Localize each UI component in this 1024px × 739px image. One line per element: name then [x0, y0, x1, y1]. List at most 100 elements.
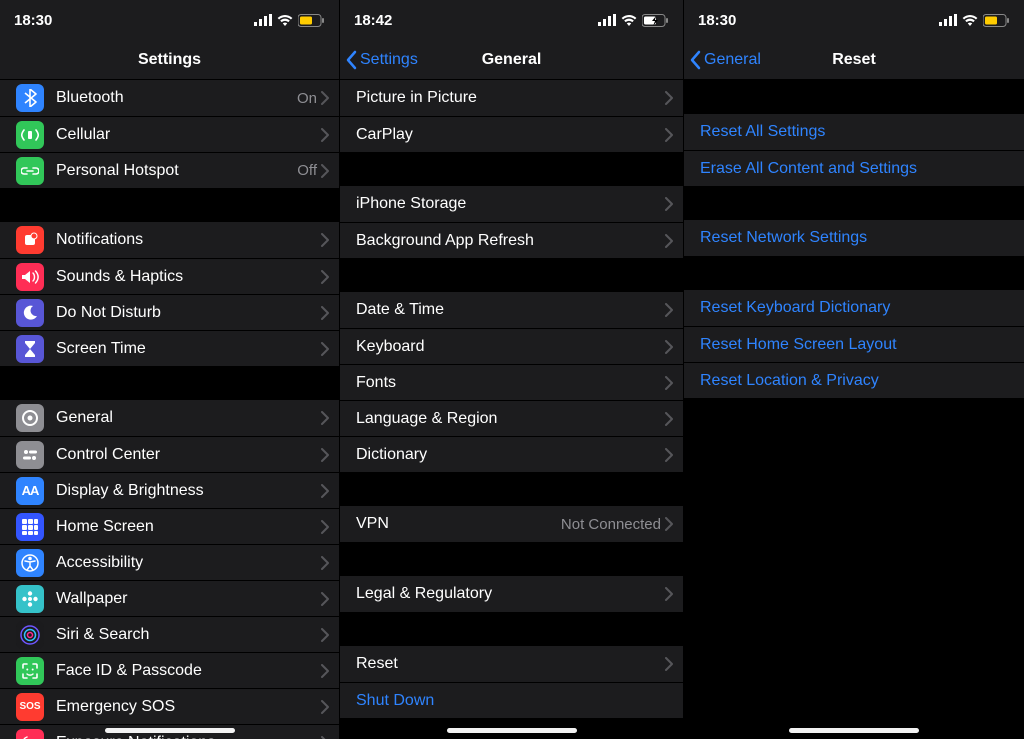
- chevron-right-icon: [321, 233, 329, 247]
- home-indicator[interactable]: [447, 728, 577, 733]
- navbar-title: General: [482, 51, 542, 69]
- cell-dnd[interactable]: Do Not Disturb: [0, 294, 339, 330]
- cell-wallpaper[interactable]: Wallpaper: [0, 580, 339, 616]
- cell-accessibility[interactable]: Accessibility: [0, 544, 339, 580]
- chevron-right-icon: [321, 592, 329, 606]
- cell-keyboard[interactable]: Keyboard: [340, 328, 683, 364]
- group-separator: [340, 612, 683, 646]
- status-time: 18:42: [354, 12, 392, 29]
- cell-notifications[interactable]: Notifications: [0, 222, 339, 258]
- cell-label: Legal & Regulatory: [356, 585, 665, 603]
- cell-sounds[interactable]: Sounds & Haptics: [0, 258, 339, 294]
- status-icons: [254, 14, 325, 27]
- cell-label: General: [56, 409, 321, 427]
- cell-label: Reset Home Screen Layout: [700, 336, 897, 354]
- home-indicator[interactable]: [789, 728, 919, 733]
- home-screen-icon: [16, 513, 44, 541]
- cell-bg-refresh[interactable]: Background App Refresh: [340, 222, 683, 258]
- sounds-icon: [16, 263, 44, 291]
- chevron-right-icon: [321, 520, 329, 534]
- cell-display[interactable]: AADisplay & Brightness: [0, 472, 339, 508]
- chevron-right-icon: [665, 91, 673, 105]
- chevron-right-icon: [665, 412, 673, 426]
- cell-bluetooth[interactable]: BluetoothOn: [0, 80, 339, 116]
- back-button[interactable]: General: [690, 40, 761, 79]
- back-label: Settings: [360, 51, 418, 69]
- cell-label: Sounds & Haptics: [56, 268, 321, 286]
- navbar-general: Settings General: [340, 40, 683, 80]
- cell-faceid[interactable]: Face ID & Passcode: [0, 652, 339, 688]
- navbar-reset: General Reset: [684, 40, 1024, 80]
- cell-fonts[interactable]: Fonts: [340, 364, 683, 400]
- chevron-right-icon: [321, 91, 329, 105]
- chevron-right-icon: [665, 234, 673, 248]
- navbar-title: Settings: [138, 51, 201, 69]
- cell-label: Siri & Search: [56, 626, 321, 644]
- cell-reset-home[interactable]: Reset Home Screen Layout: [684, 326, 1024, 362]
- cell-label: Wallpaper: [56, 590, 321, 608]
- control-center-icon: [16, 441, 44, 469]
- panel-general: 18:42 Settings General Picture in Pictur…: [339, 0, 683, 739]
- chevron-right-icon: [321, 342, 329, 356]
- settings-list[interactable]: BluetoothOnCellularPersonal HotspotOff No…: [0, 80, 339, 739]
- wifi-icon: [962, 14, 978, 26]
- cell-label: Keyboard: [356, 338, 665, 356]
- chevron-right-icon: [321, 664, 329, 678]
- cell-reset[interactable]: Reset: [340, 646, 683, 682]
- cell-vpn[interactable]: VPNNot Connected: [340, 506, 683, 542]
- group-separator: [0, 188, 339, 222]
- chevron-right-icon: [321, 556, 329, 570]
- cell-siri[interactable]: Siri & Search: [0, 616, 339, 652]
- cell-reset-network[interactable]: Reset Network Settings: [684, 220, 1024, 256]
- signal-icon: [598, 14, 616, 26]
- status-bar: 18:30: [684, 0, 1024, 40]
- chevron-right-icon: [321, 700, 329, 714]
- exposure-icon: [16, 729, 44, 739]
- cell-cellular[interactable]: Cellular: [0, 116, 339, 152]
- chevron-right-icon: [665, 303, 673, 317]
- cell-erase-all[interactable]: Erase All Content and Settings: [684, 150, 1024, 186]
- cell-carplay[interactable]: CarPlay: [340, 116, 683, 152]
- status-bar: 18:42: [340, 0, 683, 40]
- cell-reset-all[interactable]: Reset All Settings: [684, 114, 1024, 150]
- group-separator: [340, 258, 683, 292]
- chevron-right-icon: [321, 736, 329, 739]
- cell-lang-region[interactable]: Language & Region: [340, 400, 683, 436]
- cell-label: Shut Down: [356, 692, 434, 710]
- cell-dictionary[interactable]: Dictionary: [340, 436, 683, 472]
- back-button[interactable]: Settings: [346, 40, 418, 79]
- cell-label: VPN: [356, 515, 561, 533]
- cell-label: Home Screen: [56, 518, 321, 536]
- cell-pip[interactable]: Picture in Picture: [340, 80, 683, 116]
- reset-list[interactable]: Reset All Settings Erase All Content and …: [684, 80, 1024, 398]
- home-indicator[interactable]: [105, 728, 235, 733]
- bluetooth-icon: [16, 84, 44, 112]
- status-icons: [939, 14, 1010, 27]
- general-list[interactable]: Picture in PictureCarPlay iPhone StorageB…: [340, 80, 683, 718]
- cell-control-center[interactable]: Control Center: [0, 436, 339, 472]
- cell-storage[interactable]: iPhone Storage: [340, 186, 683, 222]
- cell-label: Reset: [356, 655, 665, 673]
- cell-reset-location[interactable]: Reset Location & Privacy: [684, 362, 1024, 398]
- cell-shutdown[interactable]: Shut Down: [340, 682, 683, 718]
- cell-hotspot[interactable]: Personal HotspotOff: [0, 152, 339, 188]
- chevron-right-icon: [665, 340, 673, 354]
- back-label: General: [704, 51, 761, 69]
- cell-home-screen[interactable]: Home Screen: [0, 508, 339, 544]
- chevron-right-icon: [321, 270, 329, 284]
- cell-general[interactable]: General: [0, 400, 339, 436]
- cell-sos[interactable]: SOSEmergency SOS: [0, 688, 339, 724]
- cell-reset-keyboard[interactable]: Reset Keyboard Dictionary: [684, 290, 1024, 326]
- cell-detail: Off: [297, 162, 317, 179]
- chevron-right-icon: [665, 197, 673, 211]
- status-icons: [598, 14, 669, 27]
- cell-legal[interactable]: Legal & Regulatory: [340, 576, 683, 612]
- battery-icon: [642, 14, 669, 27]
- cell-detail: Not Connected: [561, 516, 661, 533]
- cell-label: Erase All Content and Settings: [700, 160, 917, 178]
- cell-label: Accessibility: [56, 554, 321, 572]
- hotspot-icon: [16, 157, 44, 185]
- cell-screentime[interactable]: Screen Time: [0, 330, 339, 366]
- cell-datetime[interactable]: Date & Time: [340, 292, 683, 328]
- group-separator: [684, 186, 1024, 220]
